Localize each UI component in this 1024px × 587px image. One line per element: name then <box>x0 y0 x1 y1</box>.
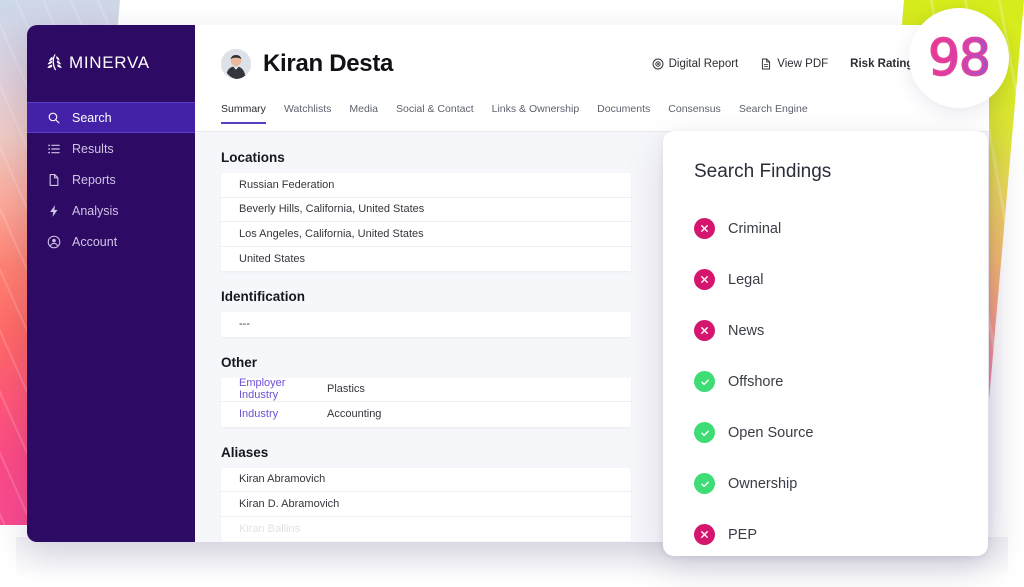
digital-report-button[interactable]: Digital Report <box>652 58 739 70</box>
finding-pep[interactable]: PEP <box>694 509 988 556</box>
sidebar-nav: Search Results Reports Analysis Account <box>27 102 195 257</box>
tab-search-engine[interactable]: Search Engine <box>739 103 808 122</box>
sidebar-item-label: Reports <box>72 172 116 187</box>
eye-icon <box>652 58 664 70</box>
sidebar-item-label: Search <box>72 110 112 125</box>
finding-label: Offshore <box>728 373 784 390</box>
tab-social-contact[interactable]: Social & Contact <box>396 103 474 122</box>
finding-label: Open Source <box>728 424 814 441</box>
risk-score-badge: 98 <box>909 8 1009 108</box>
table-row[interactable]: Los Angeles, California, United States <box>221 222 631 247</box>
document-icon <box>49 173 59 186</box>
brand-name: MINERVA <box>69 52 150 72</box>
tab-summary[interactable]: Summary <box>221 103 266 124</box>
avatar <box>221 49 251 79</box>
finding-news[interactable]: News <box>694 305 988 356</box>
industry-key[interactable]: Industry <box>239 408 327 420</box>
table-row: Employer Industry Plastics <box>221 377 631 402</box>
tab-consensus[interactable]: Consensus <box>668 103 721 122</box>
industry-value: Accounting <box>327 408 382 421</box>
sidebar-item-account[interactable]: Account <box>27 226 195 257</box>
topbar: Kiran Desta Digital Report View PDF Risk… <box>195 25 989 103</box>
finding-label: PEP <box>728 526 758 543</box>
aliases-card: Kiran Abramovich Kiran D. Abramovich Kir… <box>221 467 631 542</box>
finding-legal[interactable]: Legal <box>694 254 988 305</box>
bolt-icon <box>50 204 58 217</box>
sidebar-item-reports[interactable]: Reports <box>27 164 195 195</box>
sidebar: MINERVA Search Results Reports Analysis … <box>27 25 195 542</box>
digital-report-label: Digital Report <box>668 58 739 70</box>
tab-watchlists[interactable]: Watchlists <box>284 103 331 122</box>
sidebar-item-results[interactable]: Results <box>27 133 195 164</box>
other-card: Employer Industry Plastics Industry Acco… <box>221 377 631 427</box>
sidebar-item-label: Analysis <box>72 203 119 218</box>
tab-bar: Summary Watchlists Media Social & Contac… <box>195 103 989 132</box>
finding-criminal[interactable]: Criminal <box>694 203 988 254</box>
locations-card: Russian Federation Beverly Hills, Califo… <box>221 173 631 271</box>
finding-offshore[interactable]: Offshore <box>694 356 988 407</box>
page-title: Kiran Desta <box>263 50 394 77</box>
view-pdf-label: View PDF <box>777 58 829 70</box>
sidebar-item-analysis[interactable]: Analysis <box>27 195 195 226</box>
sidebar-item-label: Account <box>72 234 118 249</box>
view-pdf-button[interactable]: View PDF <box>760 58 828 70</box>
sidebar-item-search[interactable]: Search <box>27 102 195 133</box>
table-row: Industry Accounting <box>221 402 631 427</box>
pdf-file-icon <box>762 58 771 70</box>
user-circle-icon <box>47 235 61 248</box>
risk-score-value: 98 <box>927 29 991 87</box>
finding-label: Legal <box>728 271 764 288</box>
finding-label: Ownership <box>728 475 798 492</box>
search-icon <box>48 112 60 123</box>
tab-documents[interactable]: Documents <box>597 103 650 122</box>
finding-label: Criminal <box>728 220 782 237</box>
search-findings-title: Search Findings <box>694 161 832 182</box>
finding-ownership[interactable]: Ownership <box>694 458 988 509</box>
table-row[interactable]: Russian Federation <box>221 173 631 198</box>
backdrop: MINERVA Search Results Reports Analysis … <box>0 0 1024 587</box>
finding-open-source[interactable]: Open Source <box>694 407 988 458</box>
search-findings-panel: Search Findings Criminal Legal News Offs… <box>663 131 988 556</box>
tab-media[interactable]: Media <box>349 103 378 122</box>
list-icon <box>48 143 60 154</box>
employer-industry-value: Plastics <box>327 383 365 396</box>
check-icon <box>694 371 715 392</box>
check-icon <box>694 422 715 443</box>
check-icon <box>694 473 715 494</box>
table-row[interactable]: Beverly Hills, California, United States <box>221 198 631 222</box>
cross-icon <box>694 269 715 290</box>
table-row[interactable]: Kiran Abramovich <box>221 468 631 492</box>
table-row: --- <box>239 318 250 331</box>
finding-label: News <box>728 322 765 339</box>
feather-plume-icon <box>47 53 62 70</box>
identification-card: --- <box>221 312 631 337</box>
cross-icon <box>694 218 715 239</box>
table-row[interactable]: United States <box>221 247 631 272</box>
tab-links-ownership[interactable]: Links & Ownership <box>492 103 580 122</box>
sidebar-item-label: Results <box>72 141 114 156</box>
avatar-photo <box>221 49 251 79</box>
table-row[interactable]: Kiran Ballins <box>221 517 631 542</box>
table-row[interactable]: Kiran D. Abramovich <box>221 492 631 517</box>
cross-icon <box>694 320 715 341</box>
cross-icon <box>694 524 715 545</box>
employer-industry-key[interactable]: Employer Industry <box>239 377 327 401</box>
brand-logo[interactable]: MINERVA <box>27 25 195 100</box>
